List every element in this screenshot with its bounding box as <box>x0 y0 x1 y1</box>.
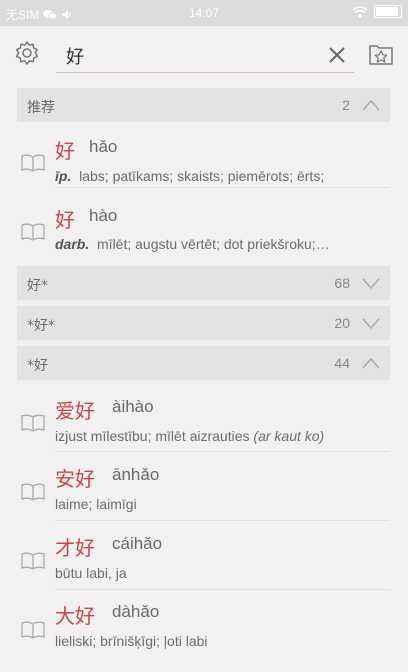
divider <box>55 589 390 590</box>
entry-hanzi: 才好 <box>55 536 95 560</box>
list-item[interactable]: 大好 dàhǎo lieliski; brīnišķīgi; ļoti labi <box>17 591 390 659</box>
entry-hanzi: 大好 <box>55 604 95 628</box>
entry-definition: lieliski; brīnišķīgi; ļoti labi <box>55 633 208 649</box>
list-item[interactable]: 好 hào darb. mīlēt; augstu vērtēt; dot pr… <box>17 190 390 262</box>
list-item[interactable]: 爱好 àihào izjust mīlestību; mīlēt aizraut… <box>17 384 390 452</box>
entry-definition: īp. labs; patīkams; skaists; piemērots; … <box>55 168 324 184</box>
search-input[interactable] <box>64 42 308 70</box>
list-item[interactable]: 安好 ānhǎo laime; laimīgi <box>17 453 390 521</box>
divider <box>55 451 390 452</box>
chevron-down-icon <box>362 278 380 290</box>
entry-definition: darb. mīlēt; augstu vērtēt; dot priekšro… <box>55 236 330 252</box>
entry-definition: laime; laimīgi <box>55 496 137 512</box>
wifi-icon <box>352 5 368 18</box>
section-header-contains[interactable]: *好* 20 <box>17 306 390 340</box>
section-title: 好* <box>27 278 48 294</box>
entry-hanzi: 好 <box>55 208 75 232</box>
battery-icon <box>374 5 402 18</box>
close-icon[interactable] <box>324 42 350 68</box>
chevron-up-icon <box>362 357 380 369</box>
section-header-suffix[interactable]: *好 44 <box>17 346 390 380</box>
book-icon <box>21 621 45 639</box>
definition-note: (ar kaut ko) <box>253 428 325 444</box>
star-folder-icon[interactable] <box>366 39 396 69</box>
section-title: *好 <box>27 358 48 374</box>
chevron-down-icon <box>362 318 380 330</box>
divider <box>55 520 390 521</box>
part-of-speech: darb. <box>55 236 90 252</box>
entry-pinyin: àihào <box>112 397 154 416</box>
section-count: 20 <box>334 315 350 331</box>
entry-pinyin: hǎo <box>89 137 118 156</box>
entry-definition: izjust mīlestību; mīlēt aizrauties (ar k… <box>55 428 324 444</box>
section-title: *好* <box>27 318 55 334</box>
section-header-recommended[interactable]: 推荐 2 <box>17 88 390 122</box>
gear-icon[interactable] <box>13 40 41 68</box>
status-bar: 无SIM 14:07 <box>0 0 408 26</box>
section-title: 推荐 <box>27 100 55 116</box>
definition-text: būtu labi, ja <box>55 565 127 581</box>
entry-pinyin: dàhǎo <box>112 602 160 621</box>
section-count: 2 <box>342 97 350 113</box>
toolbar <box>0 26 408 84</box>
book-icon <box>21 154 45 172</box>
section-count: 68 <box>334 275 350 291</box>
definition-text: lieliski; brīnišķīgi; ļoti labi <box>55 633 208 649</box>
part-of-speech: īp. <box>55 168 72 184</box>
clock: 14:07 <box>188 6 220 20</box>
entry-pinyin: cáihǎo <box>112 534 163 553</box>
definition-text: laime; laimīgi <box>55 496 137 512</box>
entry-hanzi: 爱好 <box>55 399 95 423</box>
book-icon <box>21 483 45 501</box>
divider <box>55 187 390 188</box>
entry-definition: būtu labi, ja <box>55 565 127 581</box>
section-count: 44 <box>334 355 350 371</box>
status-right <box>352 5 402 18</box>
definition-text: labs; patīkams; skaists; piemērots; ērts… <box>79 168 325 184</box>
definition-text: mīlēt; augstu vērtēt; dot priekšroku;… <box>97 236 330 252</box>
book-icon <box>21 223 45 241</box>
entry-pinyin: hào <box>89 206 118 225</box>
entry-hanzi: 安好 <box>55 467 95 491</box>
definition-text: izjust mīlestību; mīlēt aizrauties <box>55 428 254 444</box>
book-icon <box>21 552 45 570</box>
entry-hanzi: 好 <box>55 139 75 163</box>
search-bar <box>56 38 354 73</box>
book-icon <box>21 414 45 432</box>
chevron-up-icon <box>362 99 380 111</box>
entry-pinyin: ānhǎo <box>112 465 160 484</box>
section-header-prefix[interactable]: 好* 68 <box>17 266 390 300</box>
list-item[interactable]: 才好 cáihǎo būtu labi, ja <box>17 522 390 590</box>
list-item[interactable]: 好 hǎo īp. labs; patīkams; skaists; piemē… <box>17 124 390 188</box>
